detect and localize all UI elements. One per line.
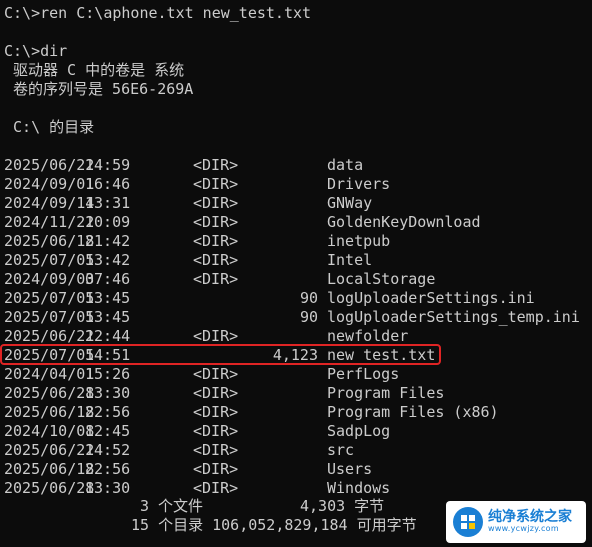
dir-entry-row: 2025/06/18 21:42 <DIR> inetpub xyxy=(4,232,588,251)
entry-name: src xyxy=(327,441,355,459)
entry-name: Program Files (x86) xyxy=(327,403,499,421)
entry-dir-flag: <DIR> xyxy=(193,194,239,212)
watermark-url: www.ycwjzy.com xyxy=(488,524,559,534)
summary-dirs: 15 个目录 106,052,829,184 可用字节 xyxy=(131,516,417,534)
entry-name: Drivers xyxy=(327,175,391,193)
watermark-title: 纯净系统之家 xyxy=(488,508,572,525)
entry-date: 2024/09/03 xyxy=(4,270,95,288)
dir-entry-row: 2024/09/03 07:46 <DIR> LocalStorage xyxy=(4,270,588,289)
entry-name: logUploaderSettings_temp.ini xyxy=(327,308,580,326)
entry-date: 2025/06/18 xyxy=(4,403,95,421)
dir-entry-row: 2025/07/05 13:42 <DIR> Intel xyxy=(4,251,588,270)
windows-logo-icon xyxy=(452,506,484,538)
entry-name: GNWay xyxy=(327,194,373,212)
entry-date: 2024/09/01 xyxy=(4,175,95,193)
entry-date: 2024/04/01 xyxy=(4,365,95,383)
entry-dir-flag: <DIR> xyxy=(193,479,239,497)
entry-dir-flag: <DIR> xyxy=(193,441,239,459)
command-rename: C:\>ren C:\aphone.txt new_test.txt xyxy=(4,4,312,22)
entry-date: 2024/09/14 xyxy=(4,194,95,212)
dir-entry-row: 2025/07/05 13:45 90 logUploaderSettings.ini xyxy=(4,289,588,308)
dir-entry-row: 2025/07/05 13:45 90 logUploaderSettings_tem… xyxy=(4,308,588,327)
entry-dir-flag: <DIR> xyxy=(193,232,239,250)
entry-date: 2025/07/05 xyxy=(4,308,95,326)
summary-files-bytes: 4,303 字节 xyxy=(300,497,385,515)
entry-dir-flag: <DIR> xyxy=(193,460,239,478)
command-dir: C:\>dir xyxy=(4,42,68,60)
entry-size: 90 xyxy=(299,308,318,326)
entry-dir-flag: <DIR> xyxy=(193,384,239,402)
entry-dir-flag: <DIR> xyxy=(193,365,239,383)
entry-time: 12:45 xyxy=(85,422,131,440)
entry-date: 2024/11/22 xyxy=(4,213,95,231)
entry-time: 13:45 xyxy=(85,289,131,307)
dir-entry-row: 2024/09/01 16:46 <DIR> Drivers xyxy=(4,175,588,194)
dir-entry-row: 2025/06/18 22:56 <DIR> Users xyxy=(4,460,588,479)
entry-date: 2025/06/22 xyxy=(4,441,95,459)
entry-dir-flag: <DIR> xyxy=(193,403,239,421)
dir-entry-row: 2025/06/18 22:56 <DIR> Program Files (x86) xyxy=(4,403,588,422)
entry-time: 10:09 xyxy=(85,213,131,231)
dir-entry-row: 2024/04/01 15:26 <DIR> PerfLogs xyxy=(4,365,588,384)
entry-time: 14:59 xyxy=(85,156,131,174)
entry-time: 15:26 xyxy=(85,365,131,383)
entry-time: 16:46 xyxy=(85,175,131,193)
entry-time: 07:46 xyxy=(85,270,131,288)
entry-date: 2025/06/22 xyxy=(4,156,95,174)
entry-date: 2024/10/08 xyxy=(4,422,95,440)
entry-name: PerfLogs xyxy=(327,365,400,383)
dir-entry-row: 2025/06/28 13:30 <DIR> Windows xyxy=(4,479,588,498)
dir-entry-row: 2024/11/22 10:09 <DIR> GoldenKeyDownload xyxy=(4,213,588,232)
entry-date: 2025/07/05 xyxy=(4,289,95,307)
entry-time: 21:42 xyxy=(85,232,131,250)
entry-time: 14:52 xyxy=(85,441,131,459)
serial-number-line: 卷的序列号是 56E6-269A xyxy=(4,80,194,98)
entry-dir-flag: <DIR> xyxy=(193,251,239,269)
entry-date: 2025/06/28 xyxy=(4,384,95,402)
entry-date: 2025/06/28 xyxy=(4,479,95,497)
terminal-window[interactable]: C:\>ren C:\aphone.txt new_test.txt C:\>d… xyxy=(0,0,592,547)
entry-size: 90 xyxy=(299,289,318,307)
entry-name: GoldenKeyDownload xyxy=(327,213,481,231)
entry-name: data xyxy=(327,156,364,174)
entry-time: 13:30 xyxy=(85,479,131,497)
entry-name: logUploaderSettings.ini xyxy=(327,289,535,307)
entry-date: 2025/07/05 xyxy=(4,251,95,269)
dir-entry-row: 2025/06/28 13:30 <DIR> Program Files xyxy=(4,384,588,403)
entry-dir-flag: <DIR> xyxy=(193,270,239,288)
entry-dir-flag: <DIR> xyxy=(193,422,239,440)
entry-time: 13:45 xyxy=(85,308,131,326)
entry-name: Intel xyxy=(327,251,373,269)
entry-date: 2025/06/18 xyxy=(4,460,95,478)
entry-name: inetpub xyxy=(327,232,391,250)
entry-name: Windows xyxy=(327,479,391,497)
summary-files-count: 3 个文件 xyxy=(140,497,204,515)
entry-dir-flag: <DIR> xyxy=(193,156,239,174)
entry-dir-flag: <DIR> xyxy=(193,175,239,193)
entry-time: 22:56 xyxy=(85,460,131,478)
entry-time: 22:56 xyxy=(85,403,131,421)
entry-name: Program Files xyxy=(327,384,445,402)
entry-name: Users xyxy=(327,460,373,478)
dir-entry-row: 2024/09/14 13:31 <DIR> GNWay xyxy=(4,194,588,213)
highlight-box xyxy=(0,344,441,365)
volume-label-line: 驱动器 C 中的卷是 系统 xyxy=(4,61,185,79)
dir-entry-row: 2024/10/08 12:45 <DIR> SadpLog xyxy=(4,422,588,441)
directory-of-line: C:\ 的目录 xyxy=(4,118,95,136)
watermark-badge: 纯净系统之家 www.ycwjzy.com xyxy=(446,501,586,543)
entry-name: SadpLog xyxy=(327,422,391,440)
entry-date: 2025/06/18 xyxy=(4,232,95,250)
entry-name: LocalStorage xyxy=(327,270,436,288)
dir-entry-row: 2025/06/22 14:59 <DIR> data xyxy=(4,156,588,175)
entry-time: 13:30 xyxy=(85,384,131,402)
entry-time: 13:42 xyxy=(85,251,131,269)
entry-dir-flag: <DIR> xyxy=(193,213,239,231)
dir-entry-row: 2025/06/22 14:52 <DIR> src xyxy=(4,441,588,460)
entry-time: 13:31 xyxy=(85,194,131,212)
